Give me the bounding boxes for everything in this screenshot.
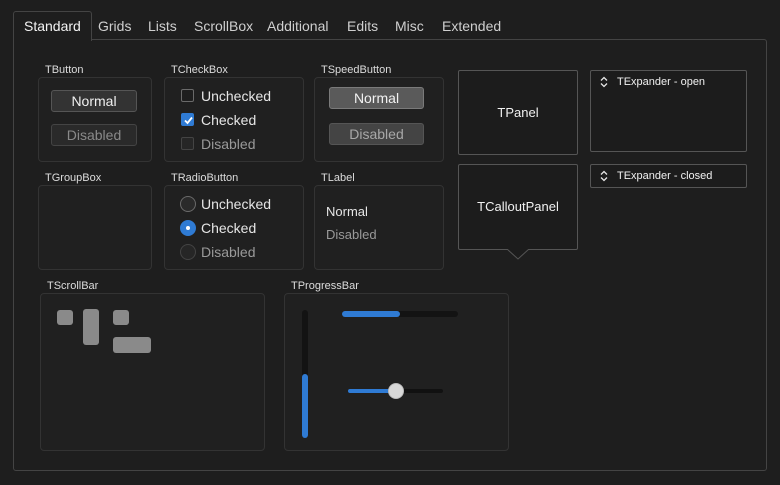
tab-lists[interactable]: Lists bbox=[138, 14, 187, 40]
scrollbar-thumb[interactable] bbox=[57, 310, 73, 325]
checkbox-label: Unchecked bbox=[201, 88, 272, 104]
tab-edits[interactable]: Edits bbox=[337, 14, 388, 40]
checkbox-label: Checked bbox=[201, 112, 257, 128]
tab-additional[interactable]: Additional bbox=[257, 14, 339, 40]
checkbox-label: Disabled bbox=[201, 136, 256, 152]
disabled-label: Disabled bbox=[326, 227, 377, 242]
radio-label: Checked bbox=[201, 220, 257, 236]
tbutton-title: TButton bbox=[45, 64, 84, 76]
texpander-open[interactable]: TExpander - open bbox=[590, 70, 747, 152]
chevron-up-down-icon[interactable] bbox=[599, 170, 609, 182]
callout-pointer-icon bbox=[507, 249, 529, 260]
tab-standard[interactable]: Standard bbox=[13, 11, 92, 41]
normal-button[interactable]: Normal bbox=[51, 90, 137, 112]
tab-extended[interactable]: Extended bbox=[432, 14, 511, 40]
tcheckbox-title: TCheckBox bbox=[171, 64, 228, 76]
checkbox-box[interactable] bbox=[181, 89, 194, 102]
horizontal-scrollbar-thumb[interactable] bbox=[113, 337, 151, 353]
radio-label: Disabled bbox=[201, 244, 256, 260]
radio-circle[interactable] bbox=[180, 196, 196, 212]
tscrollbar-group bbox=[40, 293, 265, 451]
checkbox-box[interactable] bbox=[181, 137, 194, 150]
radio-circle[interactable] bbox=[180, 244, 196, 260]
tlabel-title: TLabel bbox=[321, 172, 355, 184]
normal-speed-button[interactable]: Normal bbox=[329, 87, 424, 109]
tspeedbutton-title: TSpeedButton bbox=[321, 64, 392, 76]
texpander-closed[interactable]: TExpander - closed bbox=[590, 164, 747, 188]
scrollbar-thumb[interactable] bbox=[113, 310, 129, 325]
vertical-progress-fill bbox=[302, 374, 308, 438]
tab-grids[interactable]: Grids bbox=[88, 14, 141, 40]
tprogressbar-title: TProgressBar bbox=[291, 280, 359, 292]
trackbar[interactable] bbox=[348, 383, 443, 399]
normal-label: Normal bbox=[326, 204, 368, 219]
expander-label: TExpander - open bbox=[617, 76, 706, 88]
tab-misc[interactable]: Misc bbox=[385, 14, 434, 40]
radio-label: Unchecked bbox=[201, 196, 272, 212]
checkmark-icon[interactable] bbox=[181, 113, 194, 126]
chevron-up-down-icon[interactable] bbox=[599, 76, 609, 88]
vertical-scrollbar-thumb[interactable] bbox=[83, 309, 99, 345]
horizontal-progress-fill bbox=[342, 311, 400, 317]
disabled-button[interactable]: Disabled bbox=[51, 124, 137, 146]
trackbar-thumb[interactable] bbox=[388, 383, 404, 399]
tab-scrollbox[interactable]: ScrollBox bbox=[184, 14, 263, 40]
horizontal-progress-bar bbox=[342, 311, 458, 317]
tgroupbox bbox=[38, 185, 152, 270]
tgroupbox-title: TGroupBox bbox=[45, 172, 102, 184]
radio-dot-icon[interactable] bbox=[180, 220, 196, 236]
vertical-progress-bar bbox=[302, 310, 308, 438]
tcallout-panel: TCalloutPanel bbox=[458, 164, 578, 250]
tradiobutton-title: TRadioButton bbox=[171, 172, 239, 184]
tab-bar: Standard Grids Lists ScrollBox Additiona… bbox=[0, 0, 780, 41]
disabled-speed-button[interactable]: Disabled bbox=[329, 123, 424, 145]
tscrollbar-title: TScrollBar bbox=[47, 280, 99, 292]
expander-label: TExpander - closed bbox=[617, 170, 713, 182]
tpanel: TPanel bbox=[458, 70, 578, 155]
